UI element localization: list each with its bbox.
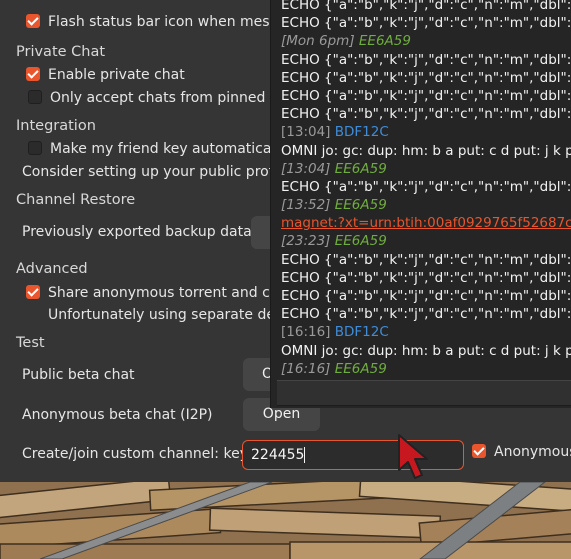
backup-data-label: Previously exported backup data	[22, 224, 252, 240]
checkbox-unchecked-icon[interactable]	[28, 90, 42, 104]
chat-message: OMNI jo: gc: dup: hm: b a put: c d put: …	[281, 342, 571, 359]
share-torrent-label: Share anonymous torrent and ch	[48, 285, 279, 301]
checkbox-checked-icon[interactable]	[472, 444, 486, 458]
text-caret	[304, 447, 306, 463]
public-profile-hint: Consider setting up your public prof	[22, 164, 274, 180]
anonymous-label: Anonymous	[494, 444, 571, 460]
chat-message: [13:04] BDF12C	[281, 123, 571, 141]
pinned-only-option[interactable]: Only accept chats from pinned pa	[28, 87, 287, 109]
message-author[interactable]: EE6A59	[359, 33, 411, 49]
message-author[interactable]: EE6A59	[335, 161, 387, 177]
friend-key-option[interactable]: Make my friend key automatically	[28, 138, 288, 160]
chat-message: ECHO {"a":"b","k":"j","d":"c","n":"m","d…	[281, 106, 571, 123]
message-timestamp: [16:16]	[281, 360, 331, 377]
public-beta-chat-label: Public beta chat	[22, 367, 135, 383]
message-timestamp: [16:16]	[281, 324, 331, 341]
mouse-pointer-icon	[398, 434, 428, 479]
checkbox-checked-icon[interactable]	[26, 14, 40, 28]
chat-message: ECHO {"a":"b","k":"j","d":"c","n":"m","d…	[281, 251, 571, 268]
desktop-wallpaper	[0, 482, 571, 559]
chat-message: [13:52] EE6A59	[281, 196, 571, 214]
message-author[interactable]: EE6A59	[335, 361, 387, 377]
section-test: Test	[16, 335, 45, 351]
chat-message: [Mon 6pm] EE6A59	[281, 32, 571, 50]
flash-statusbar-label: Flash status bar icon when messa	[48, 14, 286, 30]
checkbox-unchecked-icon[interactable]	[28, 141, 42, 155]
message-author[interactable]: EE6A59	[335, 197, 387, 213]
chat-message: ECHO {"a":"b","k":"j","d":"c","n":"m","d…	[281, 288, 571, 304]
section-integration: Integration	[16, 118, 96, 134]
chat-message: OMNI jo: gc: dup: hm: b a put: c d put: …	[281, 142, 571, 159]
chat-message-list: ECHO {"a":"b","k":"j","d":"c","n":"m","d…	[281, 0, 571, 396]
enable-private-chat-label: Enable private chat	[48, 67, 185, 83]
chat-magnet-link[interactable]: magnet:?xt=urn:btih:00af0929765f52687c8	[281, 214, 571, 232]
chat-message: ECHO {"a":"b","k":"j","d":"c","n":"m","d…	[281, 69, 571, 86]
enable-private-chat-option[interactable]: Enable private chat	[26, 64, 185, 86]
friend-key-label: Make my friend key automatically	[50, 141, 288, 157]
chat-message: ECHO {"a":"b","k":"j","d":"c","n":"m","d…	[281, 306, 571, 323]
wallpaper-railway-image	[0, 482, 571, 559]
anon-beta-chat-label: Anonymous beta chat (I2P)	[22, 407, 213, 423]
chat-message: [16:16] EE6A59	[281, 360, 571, 378]
chat-message: [13:04] EE6A59	[281, 160, 571, 178]
chat-message: ECHO {"a":"b","k":"j","d":"c","n":"m","d…	[281, 0, 571, 13]
chat-message: ECHO {"a":"b","k":"j","d":"c","n":"m","d…	[281, 87, 571, 104]
chat-message-input[interactable]	[277, 380, 571, 406]
section-private-chat: Private Chat	[16, 44, 106, 60]
flash-statusbar-option[interactable]: Flash status bar icon when messa	[26, 11, 285, 33]
message-timestamp: [13:04]	[281, 124, 331, 141]
message-timestamp: [Mon 6pm]	[281, 33, 355, 50]
section-channel-restore: Channel Restore	[16, 192, 136, 208]
custom-channel-label: Create/join custom channel: key	[22, 446, 248, 462]
checkbox-checked-icon[interactable]	[26, 67, 40, 81]
chat-message: ECHO {"a":"b","k":"j","d":"c","n":"m","d…	[281, 269, 571, 286]
checkbox-checked-icon[interactable]	[26, 285, 40, 299]
chat-message: [23:23] EE6A59	[281, 232, 571, 250]
public-beta-open-button[interactable]: O	[243, 358, 273, 391]
chat-message: ECHO {"a":"b","k":"j","d":"c","n":"m","d…	[281, 51, 571, 68]
message-author[interactable]: BDF12C	[335, 124, 389, 140]
chat-message: [16:16] BDF12C	[281, 323, 571, 341]
share-torrent-option[interactable]: Share anonymous torrent and ch	[26, 282, 279, 304]
restore-backup-button[interactable]	[251, 216, 270, 249]
custom-channel-key-input[interactable]: 224455	[242, 440, 464, 470]
anonymous-option[interactable]: Anonymous	[472, 444, 571, 460]
chat-window: ECHO {"a":"b","k":"j","d":"c","n":"m","d…	[270, 0, 571, 408]
separate-device-hint: Unfortunately using separate de	[48, 307, 275, 323]
message-timestamp: [13:52]	[281, 197, 331, 214]
message-author[interactable]: BDF12C	[335, 324, 389, 340]
section-advanced: Advanced	[16, 261, 88, 277]
chat-message: ECHO {"a":"b","k":"j","d":"c","n":"m","d…	[281, 15, 571, 32]
custom-channel-key-value: 224455	[251, 447, 305, 463]
message-timestamp: [23:23]	[281, 233, 331, 250]
chat-message: ECHO {"a":"b","k":"j","d":"c","n":"m","d…	[281, 178, 571, 195]
message-timestamp: [13:04]	[281, 160, 331, 177]
message-author[interactable]: EE6A59	[335, 233, 387, 249]
pinned-only-label: Only accept chats from pinned pa	[50, 90, 288, 106]
